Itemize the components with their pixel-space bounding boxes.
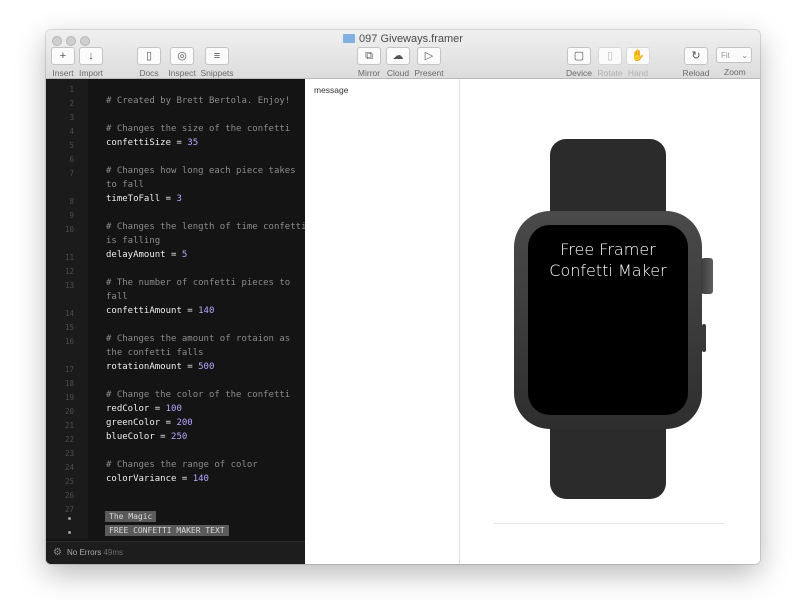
watch-crown [701, 258, 713, 294]
line-number: 17 [64, 365, 74, 374]
code-comment: # Change the color of the confetti [106, 390, 291, 400]
line-number: 10 [64, 225, 74, 234]
code-assignment: greenColor = 200 [106, 418, 193, 428]
line-number: 18 [64, 379, 74, 388]
bullet-icon [68, 531, 71, 534]
line-number: 6 [69, 155, 74, 164]
code-comment: to fall [106, 180, 144, 190]
line-number: 3 [69, 113, 74, 122]
line-number: 15 [64, 323, 74, 332]
line-number: 26 [64, 491, 74, 500]
layers-panel: message [305, 79, 460, 564]
chevron-down-icon: ⌄ [741, 51, 748, 60]
line-number: 25 [64, 477, 74, 486]
line-number: 14 [64, 309, 74, 318]
code-comment: the confetti falls [106, 348, 204, 358]
line-number: 16 [64, 337, 74, 346]
line-number: 22 [64, 435, 74, 444]
bullet-icon [68, 517, 71, 520]
code-assignment: redColor = 100 [106, 404, 182, 414]
reload-icon: ↻ [684, 47, 708, 65]
cloud-icon: ☁ [386, 47, 410, 65]
snippets-button[interactable]: ≡ Snippets [196, 47, 238, 78]
line-number: 20 [64, 407, 74, 416]
list-icon: ≡ [205, 47, 229, 65]
code-comment: fall [106, 292, 128, 302]
import-button[interactable]: ↓ Import [70, 47, 112, 78]
watch-side-button [702, 324, 706, 352]
status-bar: ⚙ No Errors 49ms [46, 541, 305, 564]
code-comment: # Changes how long each piece takes [106, 166, 296, 176]
zoom-label: Zoom [724, 67, 746, 77]
line-number: 2 [69, 99, 74, 108]
code-comment: # Changes the range of color [106, 460, 258, 470]
play-icon: ▷ [417, 47, 441, 65]
code-assignment: rotationAmount = 500 [106, 362, 215, 372]
status-text: No Errors 49ms [67, 548, 124, 557]
code-comment: # Changes the size of the confetti [106, 124, 291, 134]
device-icon: ▢ [567, 47, 591, 65]
line-number: 12 [64, 267, 74, 276]
layer-tag-confetti-text[interactable]: FREE CONFETTI MAKER TEXT [105, 525, 229, 536]
code-assignment: blueColor = 250 [106, 432, 188, 442]
line-number: 5 [69, 141, 74, 150]
code-comment: # Changes the amount of rotaion as [106, 334, 291, 344]
gear-icon[interactable]: ⚙ [53, 547, 62, 558]
code-assignment: colorVariance = 140 [106, 474, 209, 484]
layer-tag-the-magic[interactable]: The Magic [105, 511, 157, 522]
app-window: 097 Giveways.framer + Insert ↓ Import ▯ … [46, 30, 760, 564]
line-number: 9 [69, 211, 74, 220]
code-assignment: confettiSize = 35 [106, 138, 199, 148]
present-button[interactable]: ▷ Present [408, 47, 450, 78]
book-icon: ▯ [137, 47, 161, 65]
code-assignment: confettiAmount = 140 [106, 306, 215, 316]
preview-floor-line [494, 523, 724, 524]
hand-icon: ✋ [626, 47, 650, 65]
line-number: 8 [69, 197, 74, 206]
watch-strap-top [550, 139, 666, 219]
line-number: 13 [64, 281, 74, 290]
line-number: 24 [64, 463, 74, 472]
line-number: 7 [69, 169, 74, 178]
line-number-gutter: 1 2 3 4 5 6 7 8 9 10 11 12 13 14 15 16 1… [46, 79, 88, 539]
line-number: 27 [64, 505, 74, 514]
line-number: 23 [64, 449, 74, 458]
folder-icon [343, 34, 356, 43]
code-comment: is falling [106, 236, 161, 246]
device-preview: Free Framer Confetti Maker [460, 79, 760, 564]
line-number: 1 [69, 85, 74, 94]
line-number: 21 [64, 421, 74, 430]
target-icon: ◎ [170, 47, 194, 65]
reload-button[interactable]: ↻ Reload [675, 47, 717, 78]
hand-button[interactable]: ✋ Hand [617, 47, 659, 78]
line-number: 11 [64, 253, 74, 262]
code-editor[interactable]: 1 2 3 4 5 6 7 8 9 10 11 12 13 14 15 16 1… [46, 79, 307, 564]
watch-text-line2: Confetti Maker [549, 261, 667, 280]
titlebar: 097 Giveways.framer + Insert ↓ Import ▯ … [46, 30, 760, 79]
code-comment: # The number of confetti pieces to [106, 278, 291, 288]
window-title: 097 Giveways.framer [46, 33, 760, 45]
watch-strap-bottom [550, 419, 666, 499]
code-assignment: delayAmount = 5 [106, 250, 188, 260]
arrow-down-icon: ↓ [79, 47, 103, 65]
code-comment: # Created by Brett Bertola. Enjoy! [106, 96, 291, 106]
code-comment: # Changes the length of time confetti [106, 222, 307, 232]
layer-item-message[interactable]: message [314, 85, 349, 95]
zoom-select[interactable]: Fit ⌄ [716, 47, 752, 63]
line-number: 4 [69, 127, 74, 136]
line-number: 19 [64, 393, 74, 402]
watch-text-line1: Free Framer [560, 240, 656, 259]
code-assignment: timeToFall = 3 [106, 194, 182, 204]
